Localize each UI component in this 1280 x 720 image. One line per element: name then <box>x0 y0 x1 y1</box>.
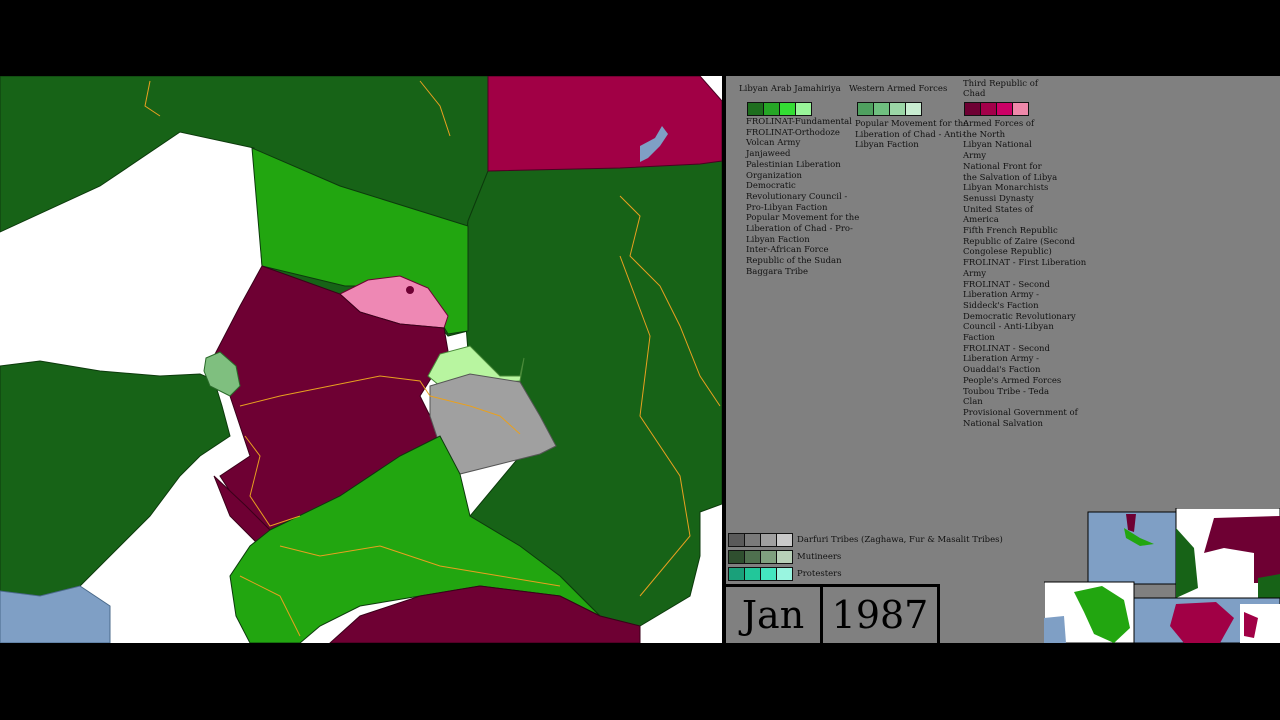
legend-col1-list: FROLINAT-Fundamental FROLINAT-Orthodoze Vo… <box>746 117 859 278</box>
legend-row-label: Protesters <box>797 569 842 579</box>
legend-item: Volcan Army <box>746 138 801 149</box>
legend-item: Toubou Tribe - Teda <box>963 386 1050 397</box>
legend-swatch <box>796 103 811 115</box>
legend-item: National Front for <box>963 161 1042 172</box>
legend-swatch <box>748 103 764 115</box>
legend-item: Republic of Zaire (Second <box>963 236 1076 247</box>
legend-col3-swatches <box>964 102 1029 116</box>
legend-item: Senussi Dynasty <box>963 193 1034 204</box>
legend-item: FROLINAT-Orthodoze <box>746 127 840 138</box>
legend-col3-title: Third Republic of Chad <box>963 79 1039 99</box>
legend-item: Baggara Tribe <box>746 266 809 277</box>
legend-swatch <box>906 103 921 115</box>
legend-item: Libyan National <box>963 140 1032 151</box>
legend-swatch <box>745 551 761 563</box>
legend-row-darfuri: Darfuri Tribes (Zaghawa, Fur & Masalit T… <box>728 533 1003 547</box>
legend-row-label: Darfuri Tribes (Zaghawa, Fur & Masalit T… <box>797 535 1003 545</box>
legend-item: Inter-African Force <box>746 245 829 256</box>
date-month: Jan <box>726 587 823 643</box>
legend-swatch <box>874 103 890 115</box>
legend-row-swatches <box>728 567 793 581</box>
legend-swatch <box>981 103 997 115</box>
legend-item: FROLINAT - Second <box>963 343 1050 354</box>
legend-item: Libyan Faction <box>855 140 919 151</box>
legend-swatch <box>729 551 745 563</box>
date-display: Jan 1987 <box>726 584 940 643</box>
legend-swatch <box>997 103 1013 115</box>
legend-item: Provisional Government of <box>963 407 1078 418</box>
legend-row-swatches <box>728 550 793 564</box>
legend-item: Democratic <box>746 181 796 192</box>
legend-item: the North <box>963 129 1006 140</box>
legend-item: Democratic Revolutionary <box>963 311 1076 322</box>
legend-col2-title: Western Armed Forces <box>849 84 948 94</box>
legend-item: Popular Movement for the <box>746 213 860 224</box>
legend-item: Revolutionary Council - <box>746 191 848 202</box>
legend-item: Armed Forces of <box>963 119 1035 129</box>
legend-item: National Salvation <box>963 418 1043 429</box>
legend-row-protesters: Protesters <box>728 567 842 581</box>
legend-col2-list: Popular Movement for the Liberation of Ch… <box>855 119 968 151</box>
inset-minimaps <box>1044 508 1280 643</box>
legend-swatch <box>777 551 792 563</box>
legend-col1-title: Libyan Arab Jamahiriya <box>739 84 841 94</box>
sea-southwest <box>0 585 111 643</box>
legend-item: America <box>963 215 999 226</box>
legend-panel: Libyan Arab Jamahiriya FROLINAT-Fundamen… <box>726 76 1280 643</box>
legend-item: Liberation of Chad - Pro- <box>746 224 853 235</box>
legend-col3-list: Armed Forces of the North Libyan National A… <box>963 119 1086 429</box>
legend-item: Liberation of Chad - Anti- <box>855 129 965 140</box>
legend-swatch <box>780 103 796 115</box>
legend-row-label: Mutineers <box>797 552 842 562</box>
legend-swatch <box>965 103 981 115</box>
legend-item: Republic of the Sudan <box>746 256 842 267</box>
legend-item: Army <box>963 151 987 162</box>
legend-item: Janjaweed <box>746 149 791 160</box>
legend-swatch <box>729 534 745 546</box>
legend-item: Libyan Monarchists <box>963 183 1049 194</box>
legend-item: People's Armed Forces <box>963 375 1062 386</box>
legend-item: Faction <box>963 333 995 344</box>
legend-item: FROLINAT - Second <box>963 279 1050 290</box>
legend-item: Siddeck's Faction <box>963 300 1039 311</box>
legend-item: FROLINAT - First Liberation <box>963 258 1087 269</box>
legend-swatch <box>858 103 874 115</box>
legend-col2-swatches <box>857 102 922 116</box>
legend-item: Ouaddai's Faction <box>963 365 1041 376</box>
legend-row-mutineers: Mutineers <box>728 550 841 564</box>
legend-item: United States of <box>963 204 1034 215</box>
legend-swatch <box>761 568 777 580</box>
legend-item: FROLINAT-Fundamental <box>746 117 852 127</box>
legend-item: Liberation Army - <box>963 354 1040 365</box>
legend-item: Palestinian Liberation <box>746 159 841 170</box>
legend-swatch <box>745 568 761 580</box>
legend-item: Clan <box>963 397 983 408</box>
legend-swatch <box>764 103 780 115</box>
legend-item: Organization <box>746 170 803 181</box>
legend-item: Pro-Libyan Faction <box>746 202 828 213</box>
legend-item: Liberation Army - <box>963 290 1040 301</box>
legend-item: Fifth French Republic <box>963 226 1058 237</box>
legend-item: the Salvation of Libya <box>963 172 1058 183</box>
city-marker <box>406 286 414 294</box>
legend-item: Popular Movement for the <box>855 119 969 129</box>
legend-swatch <box>777 534 792 546</box>
legend-swatch <box>777 568 792 580</box>
legend-item: Libyan Faction <box>746 234 810 245</box>
legend-row-swatches <box>728 533 793 547</box>
conflict-map <box>0 76 722 643</box>
legend-item: Council - Anti-Libyan <box>963 322 1054 333</box>
region-libya-north <box>487 76 722 172</box>
legend-swatch <box>890 103 906 115</box>
legend-swatch <box>761 551 777 563</box>
legend-item: Congolese Republic) <box>963 247 1052 258</box>
date-year: 1987 <box>823 587 940 643</box>
legend-col1-swatches <box>747 102 812 116</box>
legend-swatch <box>729 568 745 580</box>
legend-swatch <box>761 534 777 546</box>
legend-item: Army <box>963 268 987 279</box>
legend-swatch <box>745 534 761 546</box>
legend-swatch <box>1013 103 1028 115</box>
